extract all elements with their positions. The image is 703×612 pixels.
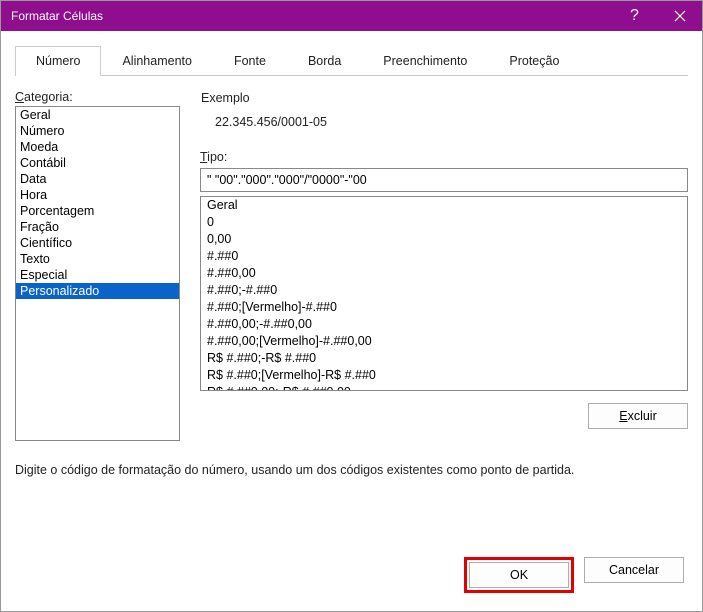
category-item[interactable]: Personalizado xyxy=(16,283,179,299)
category-item[interactable]: Geral xyxy=(16,107,179,123)
tab-alignment[interactable]: Alinhamento xyxy=(101,46,213,76)
category-item[interactable]: Hora xyxy=(16,187,179,203)
category-item[interactable]: Texto xyxy=(16,251,179,267)
category-item[interactable]: Data xyxy=(16,171,179,187)
format-item[interactable]: #.##0,00;[Vermelho]-#.##0,00 xyxy=(201,333,687,350)
format-item[interactable]: #.##0;-#.##0 xyxy=(201,282,687,299)
category-item[interactable]: Científico xyxy=(16,235,179,251)
format-list[interactable]: Geral 0 0,00 #.##0 #.##0,00 #.##0;-#.##0… xyxy=(200,196,688,391)
category-item[interactable]: Número xyxy=(16,123,179,139)
format-item[interactable]: #.##0;[Vermelho]-#.##0 xyxy=(201,299,687,316)
close-button[interactable] xyxy=(657,1,702,31)
help-button[interactable]: ? xyxy=(612,1,657,31)
dialog-footer: OK Cancelar xyxy=(464,557,684,593)
category-label: Categoria: xyxy=(15,90,180,104)
format-item[interactable]: #.##0 xyxy=(201,248,687,265)
tab-font[interactable]: Fonte xyxy=(213,46,287,76)
example-value: 22.345.456/0001-05 xyxy=(201,115,687,129)
ok-highlight: OK xyxy=(464,557,574,593)
format-item[interactable]: #.##0,00 xyxy=(201,265,687,282)
format-item[interactable]: R$ #.##0,00;-R$ #.##0,00 xyxy=(201,384,687,391)
type-input[interactable] xyxy=(200,168,688,192)
close-icon xyxy=(674,10,686,22)
titlebar: Formatar Células ? xyxy=(1,1,702,31)
ok-button[interactable]: OK xyxy=(469,562,569,588)
category-item[interactable]: Moeda xyxy=(16,139,179,155)
format-item[interactable]: 0,00 xyxy=(201,231,687,248)
category-item[interactable]: Porcentagem xyxy=(16,203,179,219)
format-cells-dialog: Formatar Células ? Número Alinhamento Fo… xyxy=(0,0,703,612)
category-item[interactable]: Contábil xyxy=(16,155,179,171)
tab-protection[interactable]: Proteção xyxy=(488,46,580,76)
delete-button[interactable]: Excluir xyxy=(588,403,688,429)
format-item[interactable]: 0 xyxy=(201,214,687,231)
tab-fill[interactable]: Preenchimento xyxy=(362,46,488,76)
format-item[interactable]: R$ #.##0;-R$ #.##0 xyxy=(201,350,687,367)
category-item[interactable]: Especial xyxy=(16,267,179,283)
cancel-button[interactable]: Cancelar xyxy=(584,557,684,583)
category-item[interactable]: Fração xyxy=(16,219,179,235)
type-label: Tipo: xyxy=(200,150,688,164)
hint-text: Digite o código de formatação do número,… xyxy=(15,463,688,477)
tab-border[interactable]: Borda xyxy=(287,46,362,76)
format-item[interactable]: Geral xyxy=(201,197,687,214)
window-title: Formatar Células xyxy=(11,9,103,23)
category-list[interactable]: Geral Número Moeda Contábil Data Hora Po… xyxy=(15,106,180,441)
format-item[interactable]: #.##0,00;-#.##0,00 xyxy=(201,316,687,333)
tabs: Número Alinhamento Fonte Borda Preenchim… xyxy=(15,45,688,76)
example-label: Exemplo xyxy=(201,91,687,105)
format-item[interactable]: R$ #.##0;[Vermelho]-R$ #.##0 xyxy=(201,367,687,384)
tab-number[interactable]: Número xyxy=(15,46,101,76)
